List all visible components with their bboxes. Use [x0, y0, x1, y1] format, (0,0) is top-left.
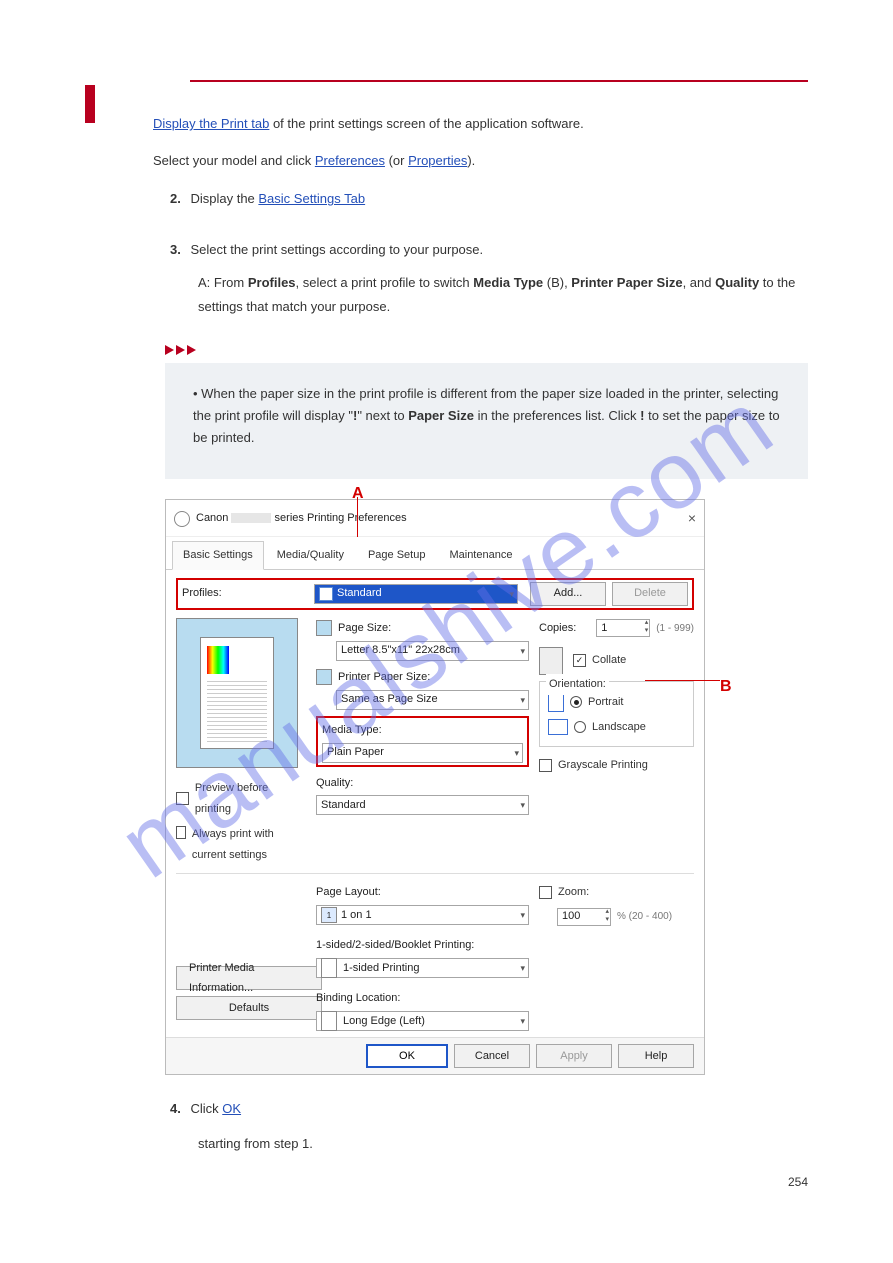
properties-link[interactable]: Properties: [408, 153, 467, 168]
landscape-icon: [548, 719, 568, 735]
step-3-detail: A: From Profiles, select a print profile…: [198, 271, 808, 320]
page-number: 254: [85, 1175, 808, 1189]
callout-b-label: B: [720, 672, 732, 702]
printer-paper-size-dropdown[interactable]: Same as Page Size: [336, 690, 529, 710]
tab-maintenance[interactable]: Maintenance: [438, 541, 523, 569]
note-heading: [165, 345, 808, 355]
media-type-dropdown[interactable]: Plain Paper: [322, 743, 523, 763]
callout-a-line: [357, 497, 358, 537]
chevron-icon: [176, 345, 185, 355]
step-3-desc: Select the print settings according to y…: [190, 242, 483, 257]
step-4-detail: starting from step 1.: [198, 1132, 808, 1157]
orientation-group: Orientation: Portrait Landscape: [539, 681, 694, 747]
collate-checkbox[interactable]: ✓: [573, 654, 586, 667]
portrait-radio[interactable]: [570, 696, 582, 708]
page-size-dropdown[interactable]: Letter 8.5"x11" 22x28cm: [336, 641, 529, 661]
step-number-4: 4.: [170, 1101, 181, 1116]
chevron-icon: [165, 345, 174, 355]
preferences-link[interactable]: Preferences: [315, 153, 385, 168]
sided-dropdown[interactable]: 1-sided Printing: [316, 958, 529, 978]
copies-input[interactable]: 1: [596, 619, 650, 637]
add-profile-button[interactable]: Add...: [530, 582, 606, 606]
zoom-label: Zoom:: [558, 882, 589, 903]
ok-button[interactable]: OK: [366, 1044, 448, 1068]
preview-before-checkbox[interactable]: [176, 792, 189, 805]
help-button[interactable]: Help: [618, 1044, 694, 1068]
always-print-checkbox[interactable]: [176, 826, 186, 839]
portrait-icon: [548, 692, 564, 712]
cancel-button[interactable]: Cancel: [454, 1044, 530, 1068]
tab-page-setup[interactable]: Page Setup: [357, 541, 437, 569]
page-size-icon: [316, 620, 332, 636]
printer-icon: [174, 511, 190, 527]
binding-label: Binding Location:: [316, 992, 400, 1004]
printer-media-info-button[interactable]: Printer Media Information...: [176, 966, 322, 990]
printer-paper-size-label: Printer Paper Size:: [338, 667, 430, 688]
profiles-label: Profiles:: [182, 583, 308, 604]
step-number-3: 3.: [170, 242, 181, 257]
landscape-label: Landscape: [592, 717, 646, 738]
preview-before-label: Preview before printing: [195, 778, 306, 820]
orientation-label: Orientation:: [546, 674, 609, 695]
portrait-label: Portrait: [588, 692, 623, 713]
dialog-title: Canon series Printing Preferences: [196, 508, 407, 529]
collate-label: Collate: [592, 650, 626, 671]
note-box: • When the paper size in the print profi…: [165, 363, 808, 479]
binding-dropdown[interactable]: Long Edge (Left): [316, 1011, 529, 1031]
section-bar: [85, 85, 95, 123]
apply-button[interactable]: Apply: [536, 1044, 612, 1068]
landscape-radio[interactable]: [574, 721, 586, 733]
delete-profile-button[interactable]: Delete: [612, 582, 688, 606]
quality-label: Quality:: [316, 777, 353, 789]
page-layout-label: Page Layout:: [316, 886, 381, 898]
zoom-checkbox[interactable]: [539, 886, 552, 899]
step-1-text: Display the Print tab of the print setti…: [153, 112, 808, 137]
defaults-button[interactable]: Defaults: [176, 996, 322, 1020]
page-layout-dropdown[interactable]: 1 1 on 1: [316, 905, 529, 925]
step-4-desc: Click OK: [190, 1101, 241, 1116]
quality-dropdown[interactable]: Standard: [316, 795, 529, 815]
preview-page: [200, 637, 274, 749]
title-divider: [190, 80, 808, 82]
step-2-desc: Display the Basic Settings Tab: [190, 191, 365, 206]
step-number-2: 2.: [170, 191, 181, 206]
grayscale-label: Grayscale Printing: [558, 755, 648, 776]
collate-icon: [539, 647, 563, 675]
copies-label: Copies:: [539, 618, 576, 639]
zoom-input[interactable]: 100: [557, 908, 611, 926]
divider: [176, 873, 694, 874]
media-type-label: Media Type:: [322, 724, 382, 736]
copies-range: (1 - 999): [656, 619, 694, 638]
printer-paper-size-icon: [316, 669, 332, 685]
preview-pane: [176, 618, 298, 768]
zoom-range: % (20 - 400): [617, 907, 672, 926]
sided-label: 1-sided/2-sided/Booklet Printing:: [316, 939, 474, 951]
page-size-label: Page Size:: [338, 618, 391, 639]
tab-media-quality[interactable]: Media/Quality: [266, 541, 355, 569]
printing-preferences-dialog: Canon series Printing Preferences × Basi…: [165, 499, 705, 1075]
basic-settings-tab-link[interactable]: Basic Settings Tab: [258, 191, 365, 206]
step-2-text: Select your model and click OK Preferenc…: [153, 149, 475, 174]
tab-basic-settings[interactable]: Basic Settings: [172, 541, 264, 570]
ok-link[interactable]: OK: [222, 1101, 241, 1116]
close-button[interactable]: ×: [688, 505, 696, 532]
always-print-label: Always print with current settings: [192, 824, 306, 866]
chevron-icon: [187, 345, 196, 355]
display-print-tab-link[interactable]: Display the Print tab: [153, 116, 269, 131]
grayscale-checkbox[interactable]: [539, 759, 552, 772]
profiles-dropdown[interactable]: Standard: [314, 584, 518, 604]
step-1-trail: of the print settings screen of the appl…: [269, 116, 583, 131]
